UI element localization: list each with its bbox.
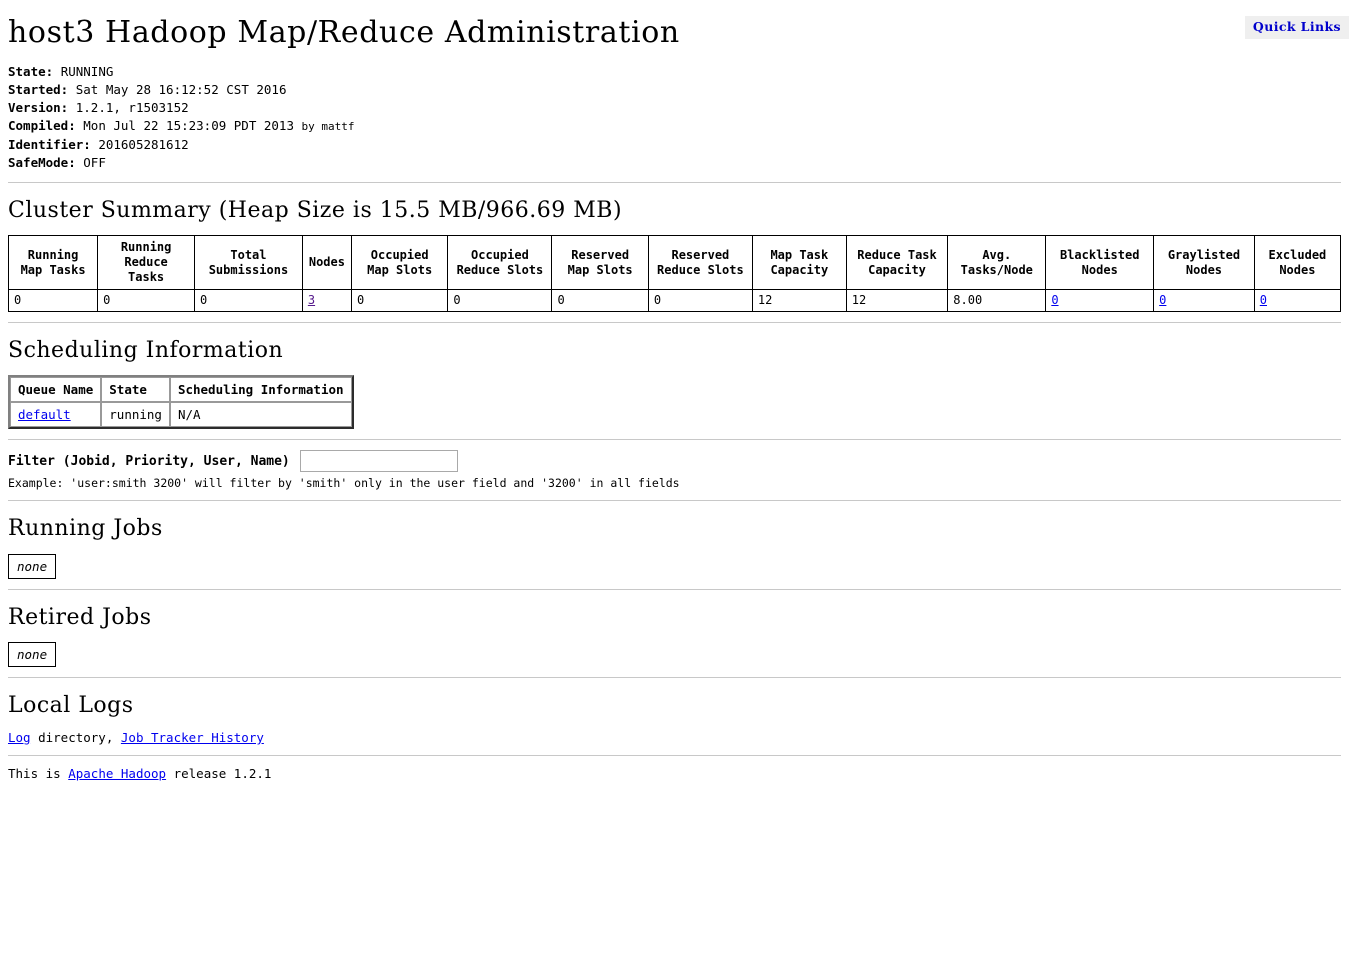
- cell-reserved-reduce-slots: 0: [647, 289, 753, 313]
- quick-links-link[interactable]: Quick Links: [1253, 19, 1341, 34]
- status-line-safemode: SafeMode: OFF: [8, 154, 1341, 172]
- version-value: 1.2.1, r1503152: [75, 100, 189, 115]
- divider-after-status: [8, 182, 1341, 183]
- header-avg-tasks-per-node: Avg. Tasks/Node: [947, 235, 1047, 291]
- header-occupied-reduce-slots: Occupied Reduce Slots: [447, 235, 553, 291]
- cell-avg-tasks-per-node: 8.00: [947, 289, 1047, 313]
- running-jobs-empty-box: none: [7, 553, 57, 579]
- cell-occupied-map-slots: 0: [350, 289, 449, 313]
- release-suffix: release 1.2.1: [166, 765, 272, 781]
- cell-queue-state: running: [101, 402, 170, 428]
- safemode-label: SafeMode:: [8, 155, 76, 170]
- cell-blacklisted-nodes: 0: [1045, 289, 1155, 313]
- table-row: 0 0 0 3 0 0 0 0 12 12 8.00 0 0 0: [7, 289, 1342, 313]
- header-total-submissions: Total Submissions: [194, 235, 303, 291]
- cell-running-reduce-tasks: 0: [97, 289, 196, 313]
- status-line-identifier: Identifier: 201605281612: [8, 136, 1341, 154]
- cell-reduce-task-capacity: 12: [845, 289, 949, 313]
- cluster-summary-table: Running Map Tasks Running Reduce Tasks T…: [7, 235, 1342, 313]
- cluster-summary-header-row: Running Map Tasks Running Reduce Tasks T…: [7, 235, 1342, 291]
- version-label: Version:: [8, 100, 69, 115]
- header-reserved-reduce-slots: Reserved Reduce Slots: [647, 235, 753, 291]
- retired-jobs-title: Retired Jobs: [8, 604, 152, 630]
- graylisted-nodes-link[interactable]: 0: [1159, 293, 1166, 307]
- cell-excluded-nodes: 0: [1253, 289, 1342, 313]
- divider-after-cluster-summary: [8, 322, 1341, 324]
- header-running-map-tasks: Running Map Tasks: [7, 235, 99, 291]
- divider-after-filter: [8, 500, 1341, 502]
- cell-running-map-tasks: 0: [7, 289, 99, 313]
- running-jobs-empty-label: none: [7, 553, 57, 579]
- filter-label: Filter (Jobid, Priority, User, Name): [8, 453, 290, 469]
- quick-links-bar: Quick Links: [1244, 16, 1349, 39]
- header-reserved-map-slots: Reserved Map Slots: [551, 235, 649, 291]
- header-occupied-map-slots: Occupied Map Slots: [350, 235, 449, 291]
- divider-after-running-jobs: [8, 588, 1341, 590]
- divider-after-retired-jobs: [8, 676, 1341, 678]
- started-label: Started:: [8, 82, 69, 97]
- cell-queue-name: default: [10, 402, 102, 428]
- cell-queue-scheduling-information: N/A: [169, 402, 352, 428]
- header-excluded-nodes: Excluded Nodes: [1253, 235, 1342, 291]
- apache-hadoop-link[interactable]: Apache Hadoop: [68, 766, 166, 781]
- divider-footer: [8, 754, 1341, 756]
- cluster-status-block: State: RUNNING Started: Sat May 28 16:12…: [8, 63, 1341, 172]
- identifier-value: 201605281612: [98, 137, 189, 152]
- filter-input[interactable]: [299, 450, 458, 473]
- page-title: host3 Hadoop Map/Reduce Administration: [8, 15, 680, 50]
- cell-occupied-reduce-slots: 0: [447, 289, 553, 313]
- cell-reserved-map-slots: 0: [551, 289, 649, 313]
- identifier-label: Identifier:: [8, 137, 91, 152]
- scheduling-information-title: Scheduling Information: [8, 338, 284, 364]
- started-value: Sat May 28 16:12:52 CST 2016: [75, 82, 287, 97]
- log-directory-link[interactable]: Log: [8, 730, 31, 745]
- retired-jobs-empty-box: none: [7, 641, 57, 667]
- page-content: host3 Hadoop Map/Reduce Administration S…: [0, 16, 1349, 781]
- scheduling-information-table: Queue Name State Scheduling Information …: [8, 375, 354, 430]
- status-line-started: Started: Sat May 28 16:12:52 CST 2016: [8, 81, 1341, 99]
- local-logs-links: Log directory, Job Tracker History: [8, 730, 1341, 745]
- queue-default-link[interactable]: default: [18, 407, 71, 422]
- status-line-compiled: Compiled: Mon Jul 22 15:23:09 PDT 2013 b…: [8, 117, 1341, 136]
- header-queue-state: State: [101, 377, 170, 403]
- header-graylisted-nodes: Graylisted Nodes: [1153, 235, 1255, 291]
- table-row: none: [7, 553, 57, 579]
- header-queue-scheduling-information: Scheduling Information: [169, 377, 352, 403]
- compiled-by: by mattf: [301, 120, 355, 133]
- header-reduce-task-capacity: Reduce Task Capacity: [845, 235, 949, 291]
- compiled-label: Compiled:: [8, 118, 76, 133]
- blacklisted-nodes-link[interactable]: 0: [1051, 293, 1058, 307]
- retired-jobs-empty-label: none: [7, 641, 57, 667]
- safemode-value: OFF: [83, 155, 106, 170]
- compiled-value: Mon Jul 22 15:23:09 PDT 2013: [83, 118, 294, 133]
- header-nodes: Nodes: [301, 235, 352, 291]
- running-jobs-title: Running Jobs: [8, 516, 163, 542]
- release-prefix: This is: [8, 765, 69, 781]
- status-line-version: Version: 1.2.1, r1503152: [8, 99, 1341, 117]
- local-logs-title: Local Logs: [8, 692, 134, 718]
- filter-example-text: Example: 'user:smith 3200' will filter b…: [8, 476, 680, 491]
- cell-graylisted-nodes: 0: [1153, 289, 1255, 313]
- job-tracker-history-link[interactable]: Job Tracker History: [121, 730, 264, 745]
- scheduling-header-row: Queue Name State Scheduling Information: [10, 377, 352, 403]
- divider-after-scheduling: [8, 439, 1341, 441]
- log-directory-text: directory,: [30, 729, 121, 745]
- header-blacklisted-nodes: Blacklisted Nodes: [1045, 235, 1155, 291]
- header-running-reduce-tasks: Running Reduce Tasks: [97, 235, 196, 291]
- cell-nodes: 3: [301, 289, 352, 313]
- release-line: This is Apache Hadoop release 1.2.1: [8, 766, 1341, 781]
- filter-row: Filter (Jobid, Priority, User, Name): [8, 450, 1341, 473]
- cell-total-submissions: 0: [194, 289, 303, 313]
- header-queue-name: Queue Name: [10, 377, 102, 403]
- table-row: default running N/A: [10, 402, 352, 428]
- excluded-nodes-link[interactable]: 0: [1260, 293, 1267, 307]
- state-label: State:: [8, 64, 54, 79]
- nodes-link[interactable]: 3: [308, 293, 315, 307]
- header-map-task-capacity: Map Task Capacity: [751, 235, 847, 291]
- cluster-summary-title: Cluster Summary (Heap Size is 15.5 MB/96…: [8, 198, 623, 223]
- table-row: none: [7, 641, 57, 667]
- cell-map-task-capacity: 12: [751, 289, 847, 313]
- state-value: RUNNING: [60, 64, 114, 79]
- status-line-state: State: RUNNING: [8, 63, 1341, 81]
